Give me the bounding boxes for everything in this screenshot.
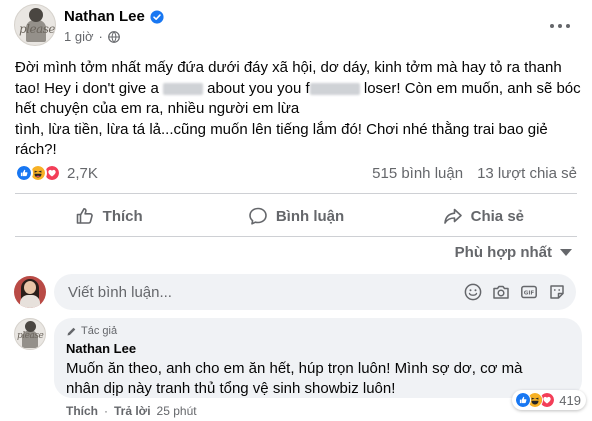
comment-like-button[interactable]: Thích xyxy=(66,404,98,418)
reaction-icons[interactable]: 2,7K xyxy=(15,164,98,182)
svg-text:GIF: GIF xyxy=(524,291,535,297)
post-meta: 1 giờ · xyxy=(64,29,164,44)
comment-author-avatar[interactable]: please xyxy=(14,318,46,350)
comment-item: please Tác giả Nathan Lee Muốn ăn theo, … xyxy=(14,318,586,410)
comment-time[interactable]: 25 phút xyxy=(157,404,197,418)
post-text: Đời mình tởm nhất mấy đứa dưới đáy xã hộ… xyxy=(15,58,581,161)
post-text-line: rách?! xyxy=(15,141,57,158)
header-text: Nathan Lee 1 giờ · xyxy=(64,8,164,44)
author-badge: Tác giả xyxy=(66,325,570,337)
post-text-line: tao! Hey i don't give a about you you f … xyxy=(15,79,581,97)
comment-composer: Viết bình luận... GIF xyxy=(14,274,576,310)
author-name[interactable]: Nathan Lee xyxy=(64,8,145,25)
thumbs-up-icon xyxy=(76,208,93,224)
post-time[interactable]: 1 giờ xyxy=(64,29,94,44)
share-label: Chia sẻ xyxy=(470,207,524,225)
censored-word xyxy=(309,82,360,95)
comment-icon xyxy=(249,207,267,225)
comment-button[interactable]: Bình luận xyxy=(202,197,389,235)
meta-separator: · xyxy=(98,29,103,44)
comment-text: Muốn ăn theo, anh cho em ăn hết, húp trọ… xyxy=(66,360,523,397)
input-icons: GIF xyxy=(464,283,566,301)
comments-count[interactable]: 515 bình luận xyxy=(372,165,463,182)
reaction-count[interactable]: 2,7K xyxy=(67,165,98,182)
sticker-icon[interactable] xyxy=(548,283,566,301)
censored-word xyxy=(162,82,203,95)
comment-sort-dropdown[interactable]: Phù hợp nhất xyxy=(455,244,572,261)
comment-reactions[interactable]: 419 xyxy=(512,390,586,410)
post-text-line: Đời mình tởm nhất mấy đứa dưới đáy xã hộ… xyxy=(15,59,562,76)
shares-count[interactable]: 13 lượt chia sẻ xyxy=(477,165,577,182)
facebook-post: please Nathan Lee 1 giờ · Đời mình tởm n… xyxy=(0,0,592,421)
like-label: Thích xyxy=(102,207,143,225)
comment-reaction-count: 419 xyxy=(559,392,581,408)
reactions-summary: 2,7K 515 bình luận 13 lượt chia sẻ xyxy=(15,160,577,186)
globe-icon xyxy=(107,30,120,43)
comment-reply-button[interactable]: Trả lời xyxy=(114,404,151,418)
divider xyxy=(15,193,577,194)
camera-icon[interactable] xyxy=(492,283,510,301)
more-icon[interactable] xyxy=(542,8,578,44)
verified-icon xyxy=(150,9,164,24)
user-avatar[interactable] xyxy=(14,276,46,308)
share-button[interactable]: Chia sẻ xyxy=(390,197,577,235)
chevron-down-icon xyxy=(560,249,572,256)
like-button[interactable]: Thích xyxy=(15,197,202,235)
gif-icon[interactable]: GIF xyxy=(520,283,538,301)
divider xyxy=(15,236,577,237)
comment-label: Bình luận xyxy=(275,207,345,225)
post-text-line: tình, lừa tiền, lừa tá lả...cũng muốn lê… xyxy=(15,120,548,138)
comment-bubble: Tác giả Nathan Lee Muốn ăn theo, anh cho… xyxy=(54,318,586,410)
share-icon xyxy=(443,208,462,224)
post-stats: 515 bình luận 13 lượt chia sẻ xyxy=(372,165,577,182)
author-avatar[interactable]: please xyxy=(14,4,56,46)
like-icon xyxy=(15,164,33,182)
comment-actions: Thích · Trả lời 25 phút xyxy=(66,404,197,418)
post-header: please Nathan Lee 1 giờ · xyxy=(14,4,164,46)
emoji-icon[interactable] xyxy=(464,283,482,301)
post-text-line: hết chuyện của em ra, nhiều người em lừa xyxy=(15,100,300,117)
comment-author-name[interactable]: Nathan Lee xyxy=(66,341,570,356)
comment-input[interactable]: Viết bình luận... GIF xyxy=(54,274,576,310)
author-badge-icon xyxy=(67,327,76,335)
action-bar: Thích Bình luận Chia sẻ xyxy=(15,197,577,235)
comment-placeholder: Viết bình luận... xyxy=(68,283,172,301)
sort-label: Phù hợp nhất xyxy=(454,244,552,261)
